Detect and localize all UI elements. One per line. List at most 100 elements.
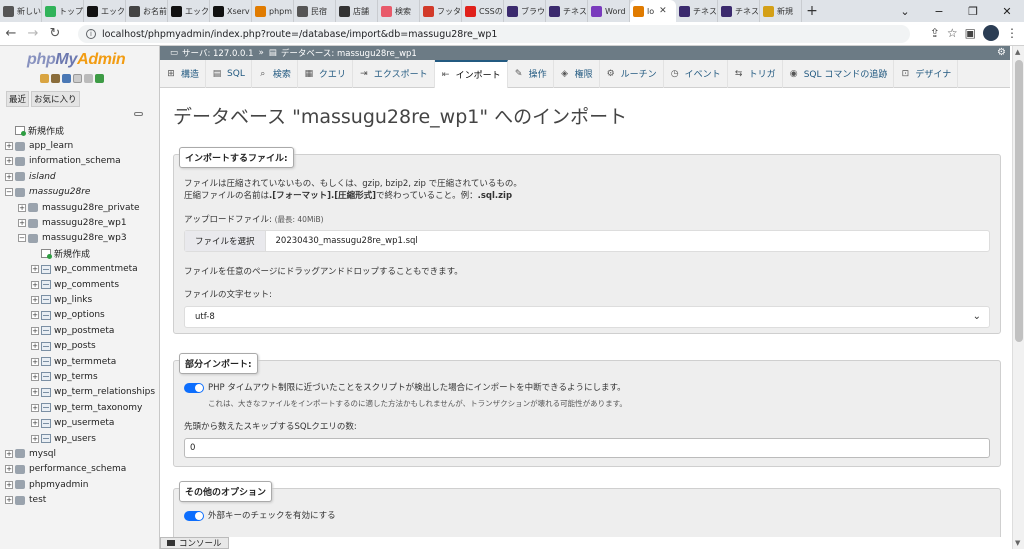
browser-tab[interactable]: Xserv	[210, 0, 252, 22]
tree-item-label[interactable]: wp_users	[54, 434, 96, 444]
breadcrumb-database[interactable]: データベース: massugu28re_wp1	[281, 47, 417, 59]
browser-tab[interactable]: phpm	[252, 0, 294, 22]
tree-item-label[interactable]: massugu28re_wp1	[42, 218, 127, 228]
tab-favorites[interactable]: お気に入り	[31, 91, 80, 107]
tree-db-item[interactable]: + mysql	[0, 446, 159, 461]
expand-icon[interactable]: +	[5, 449, 13, 458]
home-icon[interactable]	[40, 74, 49, 83]
browser-tab[interactable]: lo ✕	[630, 0, 676, 22]
help-icon[interactable]	[62, 74, 71, 83]
foreign-key-toggle[interactable]	[184, 510, 204, 521]
browser-tab[interactable]: 民宿	[294, 0, 336, 22]
expand-icon[interactable]: +	[31, 388, 39, 397]
expand-icon[interactable]: +	[5, 480, 13, 489]
avatar[interactable]	[983, 25, 999, 41]
tree-table-item[interactable]: + wp_options	[0, 308, 159, 323]
star-icon[interactable]: ☆	[947, 26, 958, 40]
timeout-label[interactable]: PHP タイムアウト制限に近づいたことをスクリプトが検出した場合にインポートを中…	[208, 383, 626, 393]
tree-item-label[interactable]: mysql	[29, 449, 56, 459]
browser-tab[interactable]: 新規	[760, 0, 802, 22]
tree-new-item[interactable]: 新規作成	[0, 123, 159, 138]
browser-tab[interactable]: CSSの	[462, 0, 504, 22]
tab-import[interactable]: ⇤ インポート	[434, 59, 508, 88]
tree-db-item[interactable]: + massugu28re_wp1	[0, 215, 159, 230]
tree-db-item[interactable]: + information_schema	[0, 154, 159, 169]
tree-db-item[interactable]: + massugu28re_private	[0, 200, 159, 215]
expand-icon[interactable]: +	[18, 203, 26, 212]
tree-table-item[interactable]: + wp_term_taxonomy	[0, 400, 159, 415]
gear-icon[interactable]: ⚙	[997, 47, 1006, 58]
tree-item-label[interactable]: app_learn	[29, 141, 73, 151]
tab-wrench[interactable]: ✎ 操作	[508, 59, 554, 88]
tab-eye[interactable]: ◉ SQL コマンドの追跡	[783, 59, 895, 88]
sidepanel-icon[interactable]: ▣	[965, 26, 976, 40]
browser-tab[interactable]: Word	[588, 0, 630, 22]
tree-table-item[interactable]: + wp_term_relationships	[0, 385, 159, 400]
tab-structure[interactable]: ⊞ 構造	[160, 59, 207, 88]
tree-item-label[interactable]: wp_usermeta	[54, 418, 114, 428]
collapse-icon[interactable]: −	[5, 188, 13, 197]
expand-icon[interactable]: +	[31, 311, 39, 320]
new-tab-button[interactable]: +	[802, 3, 822, 19]
tree-item-label[interactable]: wp_comments	[54, 280, 119, 290]
tree-table-item[interactable]: + wp_usermeta	[0, 415, 159, 430]
scroll-up-icon[interactable]: ▲	[1015, 48, 1020, 56]
browser-tab[interactable]: お名前	[126, 0, 168, 22]
share-icon[interactable]: ⇪	[930, 26, 940, 40]
tab-search[interactable]: ⌕ 検索	[252, 59, 298, 88]
foreign-key-label[interactable]: 外部キーのチェックを有効にする	[208, 511, 336, 521]
docs-icon[interactable]	[73, 74, 82, 83]
breadcrumb-server[interactable]: サーバ: 127.0.0.1	[182, 47, 254, 59]
expand-icon[interactable]: +	[31, 434, 39, 443]
settings-icon[interactable]	[84, 74, 93, 83]
close-icon[interactable]: ✕	[990, 5, 1024, 18]
tree-table-item[interactable]: + wp_commentmeta	[0, 262, 159, 277]
tree-db-item[interactable]: + phpmyadmin	[0, 477, 159, 492]
console-toggle[interactable]: コンソール	[160, 537, 229, 549]
tab-export[interactable]: ⇥ エクスポート	[353, 59, 435, 88]
tree-item-label[interactable]: island	[29, 172, 56, 182]
browser-tab[interactable]: 検索	[378, 0, 420, 22]
browser-tab[interactable]: 店舗	[336, 0, 378, 22]
tree-item-label[interactable]: 新規作成	[28, 124, 64, 137]
tab-routines[interactable]: ⚙ ルーチン	[600, 59, 664, 88]
tree-item-label[interactable]: wp_terms	[54, 372, 98, 382]
tree-item-label[interactable]: wp_termmeta	[54, 357, 116, 367]
tree-item-label[interactable]: massugu28re_private	[42, 203, 140, 213]
tree-item-label[interactable]: wp_term_taxonomy	[54, 403, 142, 413]
expand-icon[interactable]: +	[5, 142, 13, 151]
tree-item-label[interactable]: wp_posts	[54, 341, 96, 351]
scrollbar-thumb[interactable]	[1015, 60, 1023, 342]
scrollbar[interactable]: ▲ ▼	[1012, 46, 1024, 549]
url-field[interactable]: i localhost/phpmyadmin/index.php?route=/…	[78, 25, 910, 43]
expand-icon[interactable]: +	[31, 357, 39, 366]
expand-icon[interactable]: +	[31, 372, 39, 381]
charset-select[interactable]: utf-8 ⌄	[184, 306, 990, 328]
maximize-icon[interactable]: ❐	[956, 5, 990, 18]
tree-item-label[interactable]: information_schema	[29, 156, 121, 166]
tree-db-item[interactable]: + performance_schema	[0, 462, 159, 477]
info-icon[interactable]: i	[86, 29, 96, 39]
tree-table-item[interactable]: + wp_comments	[0, 277, 159, 292]
timeout-toggle[interactable]	[184, 382, 204, 393]
menu-dots-icon[interactable]: ⋮	[1006, 26, 1018, 40]
tree-table-item[interactable]: + wp_postmeta	[0, 323, 159, 338]
link-icon[interactable]	[134, 112, 143, 116]
browser-tab[interactable]: エック	[168, 0, 210, 22]
expand-icon[interactable]: +	[31, 403, 39, 412]
tree-item-label[interactable]: massugu28re	[29, 187, 90, 197]
tree-table-item[interactable]: + wp_users	[0, 431, 159, 446]
expand-icon[interactable]: +	[18, 219, 26, 228]
tab-privileges[interactable]: ◈ 権限	[554, 59, 600, 88]
browser-tab[interactable]: チネス	[546, 0, 588, 22]
browser-tab[interactable]: チネス	[718, 0, 760, 22]
tree-item-label[interactable]: wp_options	[54, 310, 105, 320]
tree-item-label[interactable]: wp_commentmeta	[54, 264, 138, 274]
skip-queries-input[interactable]: 0	[184, 438, 990, 458]
chevron-down-icon[interactable]: ⌄	[888, 5, 922, 18]
tab-query[interactable]: ▦ クエリ	[298, 59, 353, 88]
expand-icon[interactable]: +	[31, 295, 39, 304]
expand-icon[interactable]: +	[5, 496, 13, 505]
tree-db-item[interactable]: − massugu28re_wp3	[0, 231, 159, 246]
browser-tab[interactable]: エック	[84, 0, 126, 22]
